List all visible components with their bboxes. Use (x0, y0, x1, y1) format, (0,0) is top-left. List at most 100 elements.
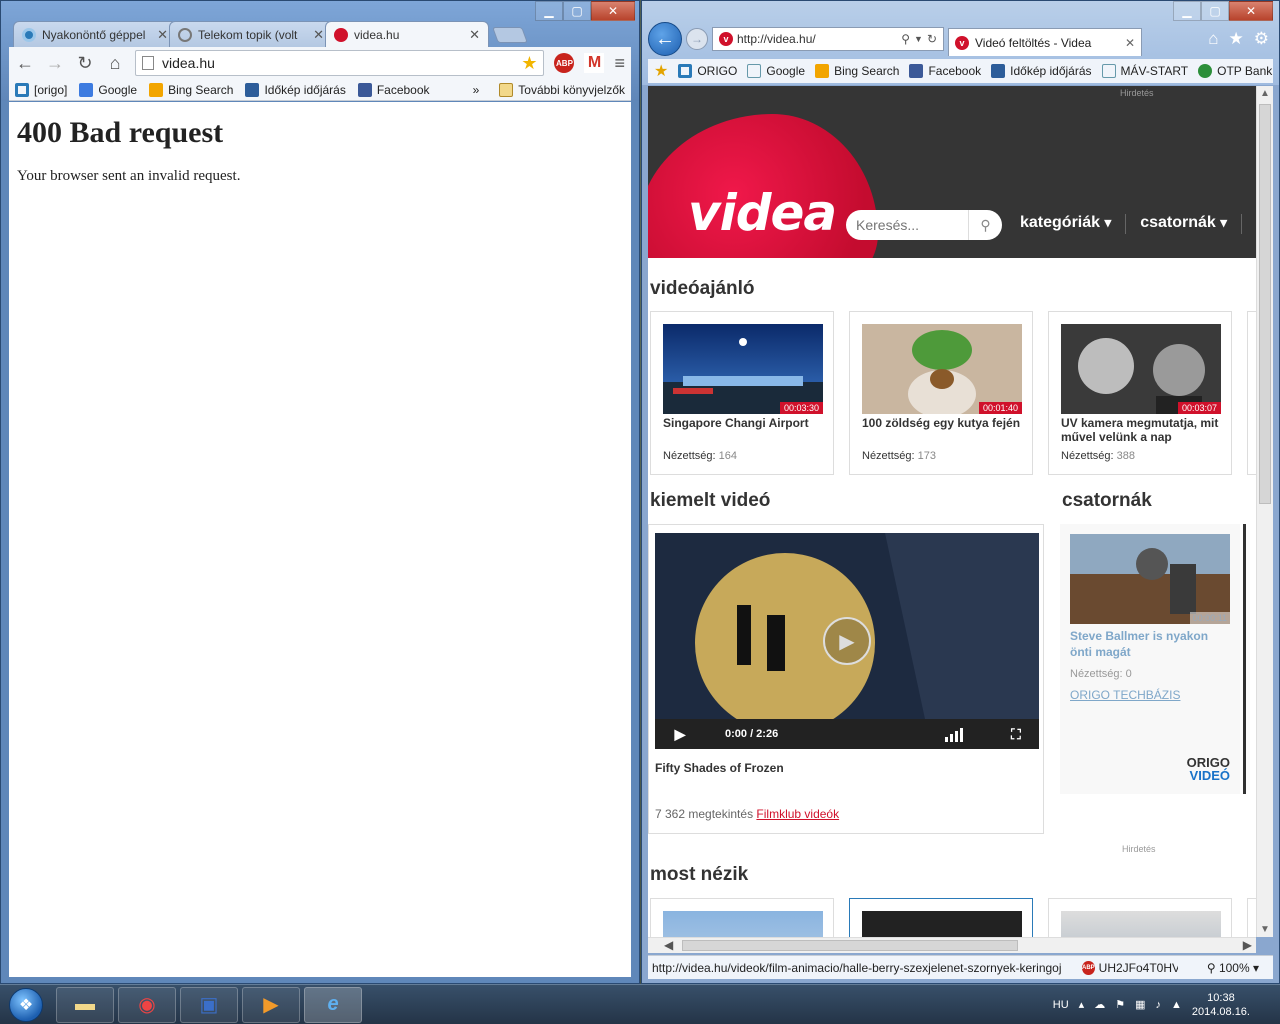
scrollbar-thumb[interactable] (682, 940, 1018, 951)
back-button[interactable]: ← (648, 22, 682, 56)
language-indicator[interactable]: HU (1053, 999, 1069, 1011)
back-arrow-icon[interactable]: ← (15, 53, 35, 74)
close-tab-icon[interactable]: ✕ (469, 27, 480, 43)
ie-taskbar-button[interactable]: e (304, 986, 362, 1023)
add-favorite-icon[interactable]: ★ (654, 61, 668, 81)
bookmark-origo[interactable]: [origo] (15, 82, 67, 97)
close-tab-icon[interactable]: ✕ (1125, 36, 1135, 50)
flag-icon[interactable]: ⚑ (1115, 998, 1125, 1011)
adblock-plus-icon[interactable]: ABP (554, 53, 575, 73)
bookmark-bing[interactable]: Bing Search (149, 82, 233, 97)
channel-video-title[interactable]: Steve Ballmer is nyakon önti magát (1070, 628, 1230, 660)
bookmark-google[interactable]: Google (79, 82, 137, 97)
gear-icon[interactable]: ⚙ (1254, 29, 1269, 49)
fav-facebook[interactable]: Facebook (909, 64, 981, 78)
video-thumbnail[interactable]: 00:03:30 (663, 324, 823, 414)
close-tab-icon[interactable]: ✕ (313, 27, 324, 43)
tray-expand-icon[interactable]: ▴ (1079, 998, 1085, 1011)
fav-idokep[interactable]: Időkép időjárás (991, 64, 1092, 78)
maximize-button[interactable]: ▢ (563, 1, 591, 21)
video-title[interactable]: 100 zöldség egy kutya fején (862, 416, 1026, 430)
vertical-scrollbar[interactable]: ▲ ▼ (1256, 86, 1273, 937)
search-icon[interactable]: ⚲ (901, 32, 910, 46)
channel-card[interactable]: 00:00:11 Steve Ballmer is nyakon önti ma… (1060, 524, 1246, 794)
featured-category-link[interactable]: Filmklub videók (756, 807, 839, 821)
gmail-icon[interactable]: M (584, 53, 605, 73)
featured-video-title[interactable]: Fifty Shades of Frozen (655, 761, 784, 775)
forward-button[interactable]: → (686, 28, 708, 50)
search-input[interactable] (846, 210, 968, 240)
start-button[interactable]: ❖ (0, 985, 52, 1024)
fav-otp[interactable]: OTP Bank (1198, 64, 1272, 78)
scroll-right-icon[interactable]: ▶ (1243, 938, 1252, 952)
zoom-level[interactable]: ⚲ 100% ▾ (1207, 961, 1269, 975)
ie-tab-videa[interactable]: v Videó feltöltés - Videa ✕ (948, 28, 1142, 56)
videa-logo[interactable]: videa (688, 184, 837, 242)
origo-video-logo[interactable]: ORIGO VIDEÓ (1187, 756, 1230, 782)
chrome-taskbar-button[interactable]: ◉ (118, 986, 176, 1023)
channel-link[interactable]: ORIGO TECHBÁZIS (1070, 688, 1180, 702)
video-title[interactable]: Singapore Changi Airport (663, 416, 827, 430)
scroll-down-icon[interactable]: ▼ (1257, 924, 1273, 935)
network-icon[interactable]: ▦ (1135, 998, 1145, 1011)
fav-google[interactable]: Google (747, 64, 805, 78)
dropdown-icon[interactable]: ▼ (914, 34, 923, 44)
address-bar[interactable]: videa.hu ★ (135, 50, 545, 76)
scrollbar-thumb[interactable] (1259, 104, 1271, 504)
search-icon[interactable]: ⚲ (968, 210, 1002, 240)
status-adblock[interactable]: ABP UH2JFo4T0HV (1082, 960, 1178, 975)
video-thumbnail[interactable]: 00:03:07 (1061, 324, 1221, 414)
video-player[interactable]: ▶ ▶ 0:00 / 2:26 ⛶ (655, 533, 1039, 749)
video-card[interactable] (1048, 898, 1232, 937)
menu-icon[interactable]: ≡ (614, 53, 625, 74)
close-button[interactable]: ✕ (591, 1, 635, 21)
video-card-partial[interactable] (1247, 311, 1256, 475)
nav-channels[interactable]: csatornák ▾ (1140, 214, 1227, 234)
tab-videa[interactable]: videa.hu ✕ (325, 21, 489, 47)
media-taskbar-button[interactable]: ▶ (242, 986, 300, 1023)
floppy-taskbar-button[interactable]: ▣ (180, 986, 238, 1023)
horizontal-scrollbar[interactable]: ◀ ▶ (648, 937, 1256, 953)
bookmarks-overflow-button[interactable]: » (473, 83, 480, 97)
fav-bing[interactable]: Bing Search (815, 64, 899, 78)
video-thumbnail[interactable]: 00:00:11 (1070, 534, 1230, 624)
play-icon[interactable]: ▶ (655, 726, 705, 743)
home-icon[interactable]: ⌂ (1208, 29, 1218, 49)
cloud-icon[interactable]: ☁ (1094, 998, 1105, 1011)
nav-categories[interactable]: kategóriák ▾ (1020, 214, 1111, 234)
drive-icon[interactable]: ▲ (1171, 999, 1182, 1011)
video-thumbnail[interactable] (1061, 911, 1221, 937)
tab-nyakonto[interactable]: Nyakonöntő géppel ✕ (13, 21, 177, 47)
ie-address-bar[interactable]: v http://videa.hu/ ⚲ ▼ ↻ (712, 27, 944, 51)
forward-arrow-icon[interactable]: → (45, 53, 65, 74)
video-card[interactable] (849, 898, 1033, 937)
video-card-partial[interactable] (1247, 898, 1256, 937)
maximize-button[interactable]: ▢ (1201, 1, 1229, 21)
video-title[interactable]: UV kamera megmutatja, mit művel velünk a… (1061, 416, 1225, 444)
video-thumbnail[interactable] (663, 911, 823, 937)
big-play-icon[interactable]: ▶ (823, 617, 871, 665)
minimize-button[interactable]: ▁ (1173, 1, 1201, 21)
scroll-left-icon[interactable]: ◀ (664, 938, 673, 952)
fullscreen-icon[interactable]: ⛶ (1011, 726, 1039, 743)
home-icon[interactable]: ⌂ (105, 53, 125, 74)
bookmark-star-icon[interactable]: ★ (521, 53, 537, 74)
close-tab-icon[interactable]: ✕ (157, 27, 168, 43)
volume-icon[interactable]: ♪ (1155, 999, 1161, 1011)
scroll-up-icon[interactable]: ▲ (1257, 88, 1273, 99)
video-card[interactable]: 00:01:40 100 zöldség egy kutya fején Néz… (849, 311, 1033, 475)
close-button[interactable]: ✕ (1229, 1, 1273, 21)
fav-mav[interactable]: MÁV-START (1101, 64, 1188, 78)
fav-origo[interactable]: ORIGO (678, 64, 737, 78)
minimize-button[interactable]: ▁ (535, 1, 563, 21)
reload-icon[interactable]: ↻ (75, 53, 95, 74)
volume-icon[interactable] (945, 726, 993, 742)
video-card[interactable] (650, 898, 834, 937)
bookmark-facebook[interactable]: Facebook (357, 82, 430, 97)
video-card[interactable]: 00:03:07 UV kamera megmutatja, mit művel… (1048, 311, 1232, 475)
video-thumbnail[interactable] (862, 911, 1022, 937)
tab-telekom[interactable]: Telekom topik (volt ✕ (169, 21, 333, 47)
bookmark-idokep[interactable]: Időkép időjárás (245, 82, 346, 97)
favorites-star-icon[interactable]: ★ (1229, 29, 1244, 49)
video-card[interactable]: 00:03:30 Singapore Changi Airport Nézett… (650, 311, 834, 475)
